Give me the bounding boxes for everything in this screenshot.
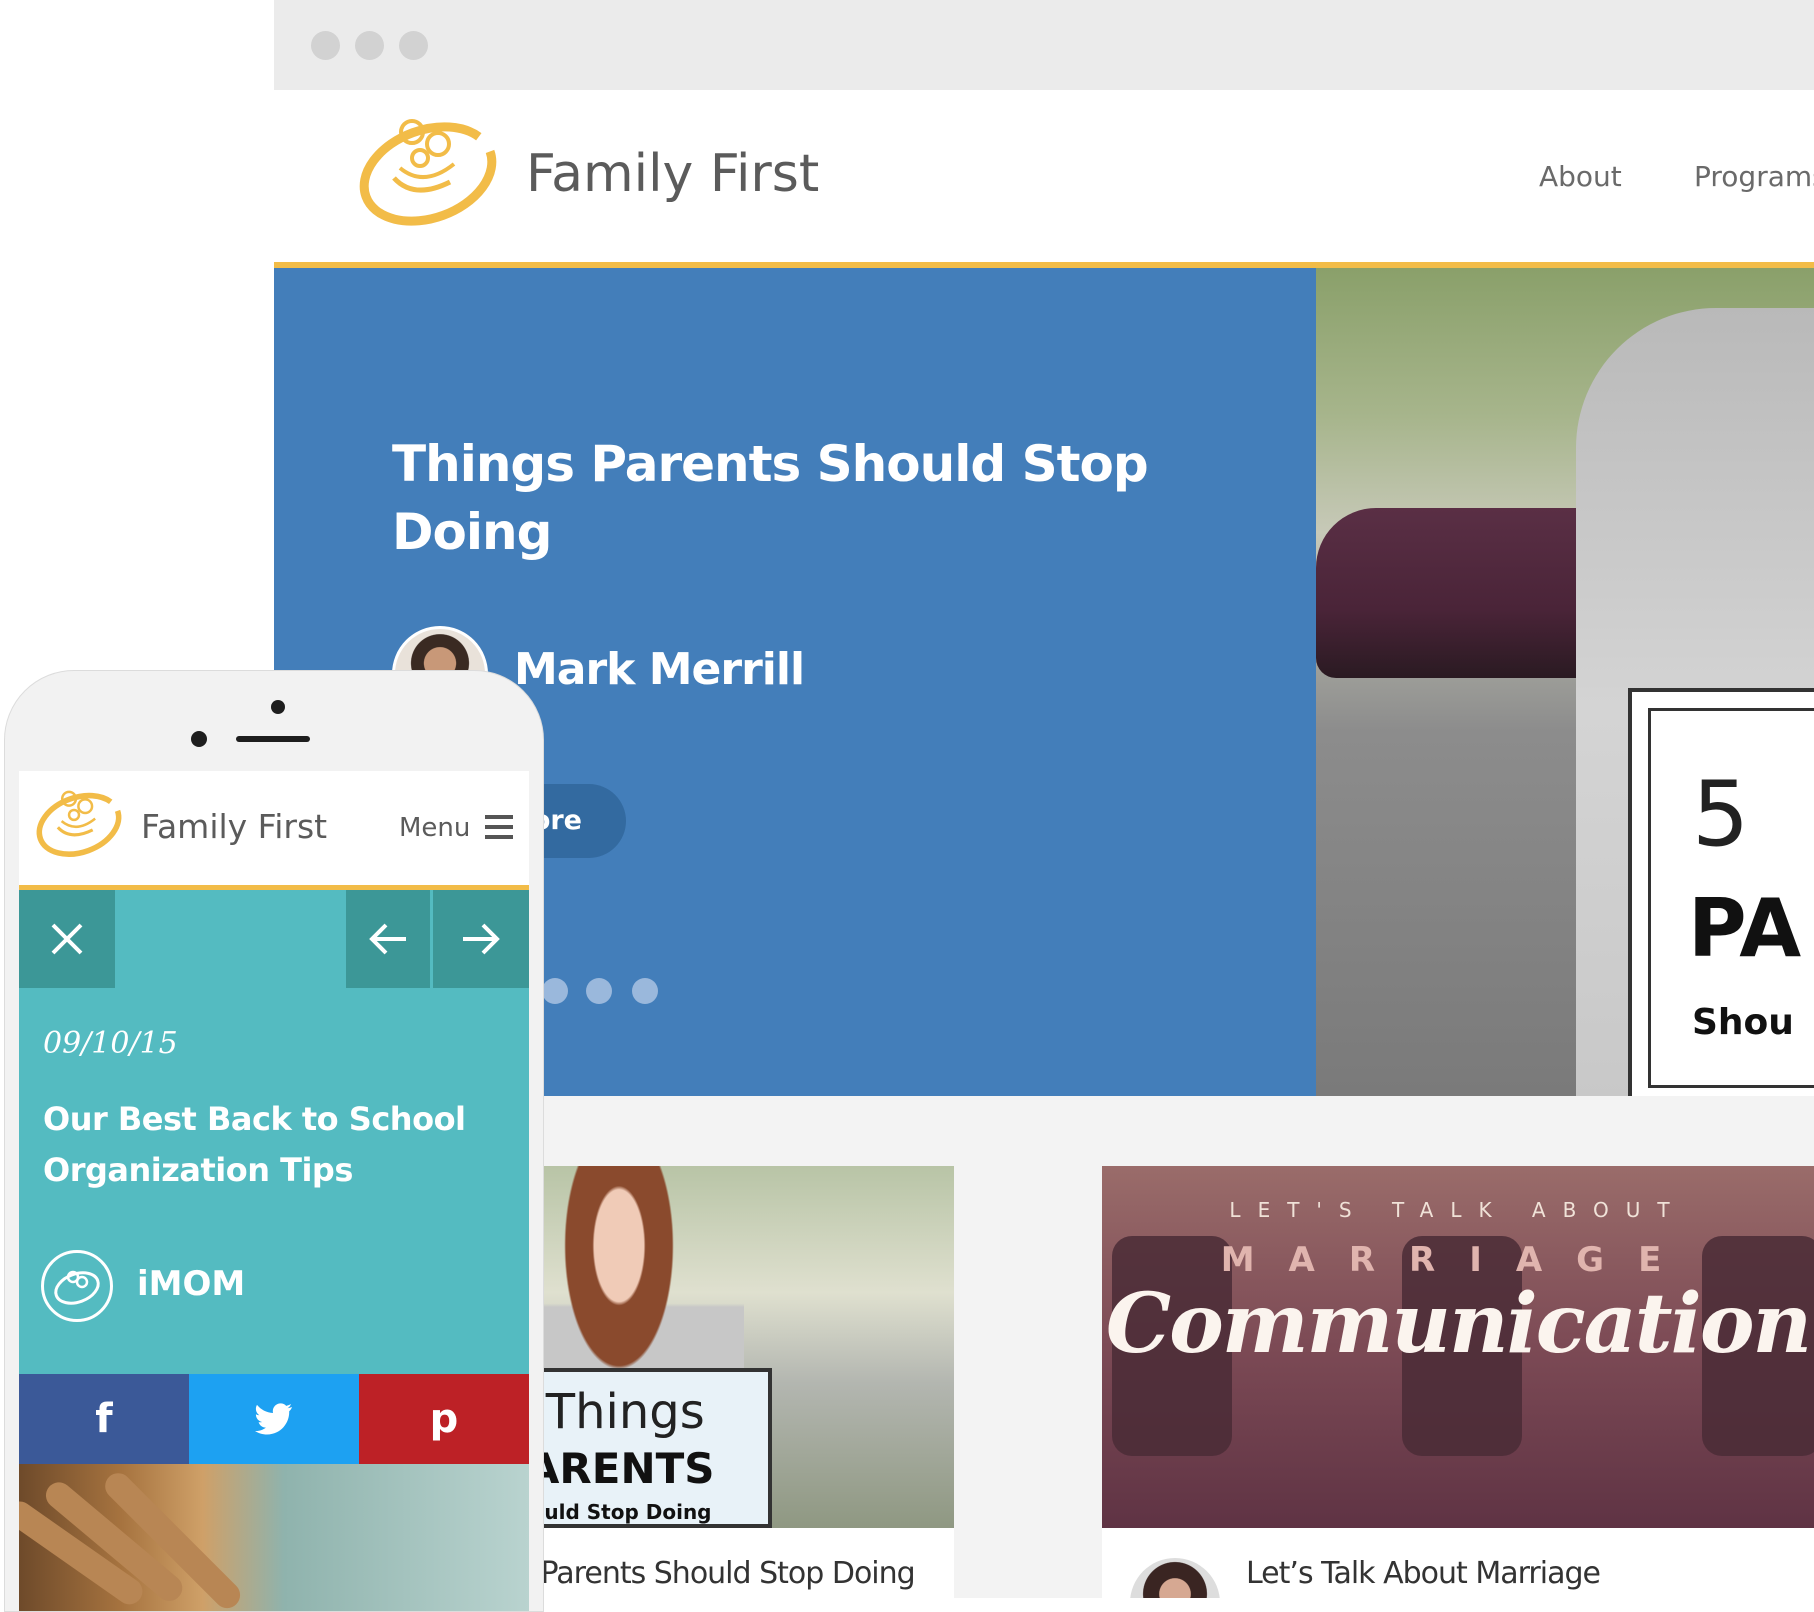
arrow-left-icon xyxy=(369,923,406,955)
family-first-logo-icon[interactable] xyxy=(354,108,502,234)
card-image-line-3: Communication xyxy=(1105,1276,1812,1372)
sign-line-1: 5 xyxy=(1692,762,1750,867)
author-avatar xyxy=(1130,1558,1220,1598)
window-maximize-dot[interactable] xyxy=(399,31,428,60)
hamburger-icon[interactable] xyxy=(485,815,513,839)
menu-label[interactable]: Menu xyxy=(399,813,470,843)
post-source[interactable]: iMOM xyxy=(137,1264,245,1304)
family-first-logo-icon[interactable] xyxy=(33,783,125,863)
close-icon xyxy=(51,923,83,955)
next-button[interactable] xyxy=(433,890,529,988)
phone-sensor xyxy=(191,731,207,747)
phone-screen: Family First Menu 09/10/15 Our Best Back… xyxy=(19,771,529,1611)
slider-dot-1[interactable] xyxy=(542,978,568,1004)
card-image-line-1: LET'S TALK ABOUT xyxy=(1229,1198,1687,1222)
card-image-line-2: MARRIAGE xyxy=(1220,1240,1696,1280)
article-card[interactable]: 5 Things PARENTS Should Stop Doing ings … xyxy=(474,1166,954,1598)
facebook-icon: f xyxy=(95,1396,113,1442)
imom-logo-icon xyxy=(41,1250,113,1322)
article-card-image[interactable]: LET'S TALK ABOUT MARRIAGE Communication xyxy=(1102,1166,1814,1528)
hero-photo: 5 PA Shou xyxy=(1316,268,1814,1096)
next-post-photo[interactable] xyxy=(19,1464,529,1611)
close-button[interactable] xyxy=(19,890,115,988)
post-title[interactable]: Our Best Back to School Organization Tip… xyxy=(43,1094,503,1196)
browser-title-bar xyxy=(274,0,1814,90)
twitter-share-button[interactable] xyxy=(189,1374,359,1464)
mobile-brand-name[interactable]: Family First xyxy=(141,807,327,846)
pinterest-share-button[interactable]: p xyxy=(359,1374,529,1464)
article-card-image[interactable]: 5 Things PARENTS Should Stop Doing xyxy=(474,1166,954,1528)
sign-line-2: PA xyxy=(1688,882,1802,975)
brand-name[interactable]: Family First xyxy=(526,144,819,204)
hero-photo-sign: 5 PA Shou xyxy=(1628,688,1814,1096)
article-card-title[interactable]: Let’s Talk About Marriage xyxy=(1246,1556,1601,1591)
phone-speaker xyxy=(236,736,310,742)
window-close-dot[interactable] xyxy=(311,31,340,60)
pinterest-icon: p xyxy=(429,1396,459,1442)
hero-title[interactable]: Things Parents Should Stop Doing xyxy=(392,430,1172,566)
post-date: 09/10/15 xyxy=(43,1026,178,1061)
prev-button[interactable] xyxy=(346,890,430,988)
slider-dot-2[interactable] xyxy=(586,978,612,1004)
sign-line-3: Shou xyxy=(1692,1002,1794,1043)
arrow-right-icon xyxy=(463,923,500,955)
mobile-header: Family First Menu xyxy=(19,771,529,890)
hero-author-name: Mark Merrill xyxy=(514,644,805,695)
slider-dot-3[interactable] xyxy=(632,978,658,1004)
mobile-phone-frame: Family First Menu 09/10/15 Our Best Back… xyxy=(4,670,544,1612)
facebook-share-button[interactable]: f xyxy=(19,1374,189,1464)
nav-programs-link[interactable]: Programs xyxy=(1694,160,1814,193)
article-card[interactable]: LET'S TALK ABOUT MARRIAGE Communication … xyxy=(1102,1166,1814,1598)
nav-about-link[interactable]: About xyxy=(1539,160,1622,193)
phone-camera xyxy=(271,700,285,714)
window-minimize-dot[interactable] xyxy=(355,31,384,60)
twitter-icon xyxy=(255,1403,292,1435)
post-panel: 09/10/15 Our Best Back to School Organiz… xyxy=(19,890,529,1374)
